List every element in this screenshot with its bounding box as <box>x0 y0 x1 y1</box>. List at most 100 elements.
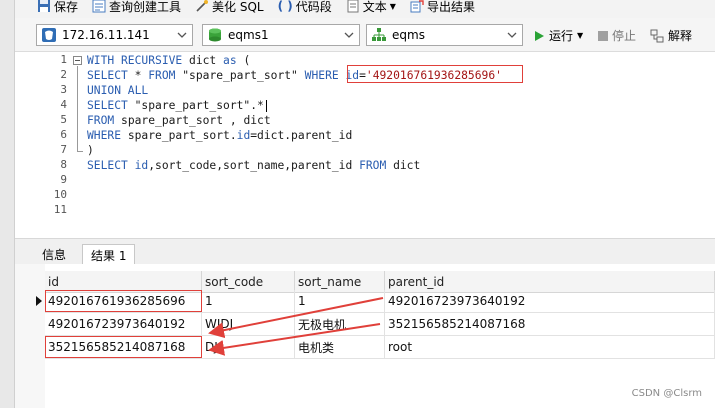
line-number: 8 <box>60 158 67 171</box>
result-grid[interactable]: id sort_code sort_name parent_id 4920167… <box>15 264 715 408</box>
chevron-down-icon: ▼ <box>389 1 396 11</box>
line-number: 3 <box>60 83 67 96</box>
code-token: spare_part_sort. <box>127 129 237 142</box>
code-token: FROM <box>359 159 394 172</box>
line-number: 10 <box>53 188 67 201</box>
database-icon <box>209 28 221 42</box>
text-mode-button[interactable]: 文本 ▼ <box>346 0 396 15</box>
line-number: 4 <box>60 98 67 111</box>
code-token: ,sort_code,sort_name,parent_id <box>148 159 360 172</box>
table-cell[interactable]: 352156585214087168 <box>385 313 715 336</box>
tab-result-1-label: 结果 1 <box>91 248 127 263</box>
line-number: 5 <box>60 113 67 126</box>
annotation-highlight-box <box>347 65 523 83</box>
table-cell[interactable]: DJ <box>202 336 295 359</box>
connection-select[interactable]: 172.16.11.141 <box>36 24 193 46</box>
fold-toggle-icon[interactable] <box>73 56 82 65</box>
database-name: eqms1 <box>228 28 269 42</box>
code-token: WHERE <box>87 129 128 142</box>
table-cell[interactable]: 电机类 <box>295 336 385 359</box>
chevron-down-icon <box>344 32 354 38</box>
code-line: FROM spare_part_sort , dict <box>87 113 271 128</box>
sql-editor[interactable]: 1 2 3 4 5 6 7 8 9 10 11 WITH RECURSIVE dict as (SE… <box>15 52 715 238</box>
table-cell[interactable]: WJDJ <box>202 313 295 336</box>
code-line: WITH RECURSIVE dict as ( <box>87 53 250 68</box>
magic-wand-icon <box>196 0 209 12</box>
code-token: WITH RECURSIVE <box>87 54 190 67</box>
play-icon <box>535 30 544 41</box>
code-token: dict <box>189 54 224 67</box>
line-number: 7 <box>60 143 67 156</box>
query-builder-label: 查询创建工具 <box>109 0 182 14</box>
explain-button[interactable]: 解释 <box>650 27 692 44</box>
code-token: "spare_part_sort" <box>182 69 305 82</box>
code-token: ) <box>87 144 94 157</box>
main-toolbar: 保存 查询创建工具 美化 SQL ( ) 代码段 文本 ▼ 导出结果 <box>15 0 715 18</box>
line-number: 11 <box>53 203 67 216</box>
save-label: 保存 <box>54 0 79 14</box>
result-tabstrip: 信息 结果 1 <box>15 238 715 265</box>
chevron-down-icon <box>177 32 187 38</box>
table-cell[interactable]: 无极电机 <box>295 313 385 336</box>
fold-guide <box>77 66 78 151</box>
code-token: spare_part_sort , dict <box>121 114 271 127</box>
fold-guide-end <box>77 151 83 152</box>
export-results-button[interactable]: 导出结果 <box>410 0 475 15</box>
current-row-indicator-icon <box>36 296 42 306</box>
schema-name: eqms <box>392 28 425 42</box>
column-header-label: parent_id <box>388 274 445 289</box>
table-cell[interactable]: 492016723973640192 <box>385 290 715 313</box>
code-token: UNION ALL <box>87 84 149 97</box>
text-caret <box>265 100 267 112</box>
code-token: =dict.parent_id <box>250 129 353 142</box>
chevron-down-icon <box>507 32 517 38</box>
column-header-label: sort_name <box>298 274 362 289</box>
code-snippet-button[interactable]: ( ) 代码段 <box>278 0 332 15</box>
code-token: id <box>236 129 251 142</box>
tab-info-label: 信息 <box>42 248 67 262</box>
run-button[interactable]: 运行 ▼ <box>533 27 583 44</box>
code-token: FROM <box>148 69 183 82</box>
left-window-edge <box>0 0 15 408</box>
code-line: WHERE spare_part_sort.id=dict.parent_id <box>87 128 352 143</box>
schema-select[interactable]: eqms <box>366 24 523 46</box>
query-builder-icon <box>92 0 106 13</box>
connection-toolbar: 172.16.11.141 eqms1 eqms 运行 ▼ 停止 解释 <box>15 18 715 52</box>
code-snippet-label: 代码段 <box>295 0 332 14</box>
code-token: dict <box>393 159 421 172</box>
code-token: WHERE <box>304 69 346 82</box>
code-token: id <box>134 159 149 172</box>
stop-icon <box>598 30 608 41</box>
line-number: 2 <box>60 68 67 81</box>
line-number: 6 <box>60 128 67 141</box>
run-label: 运行 <box>549 29 574 43</box>
code-token: SELECT <box>87 99 135 112</box>
watermark: CSDN @Clsrm <box>631 388 702 399</box>
explain-icon <box>650 29 664 42</box>
tab-result-1[interactable]: 结果 1 <box>82 244 136 265</box>
code-token: SELECT <box>87 69 135 82</box>
table-cell[interactable]: 1 <box>295 290 385 313</box>
table-cell[interactable]: 1 <box>202 290 295 313</box>
table-cell[interactable]: root <box>385 336 715 359</box>
stop-button[interactable]: 停止 <box>598 27 636 44</box>
tab-info[interactable]: 信息 <box>34 244 74 265</box>
query-builder-button[interactable]: 查询创建工具 <box>92 0 181 15</box>
explain-label: 解释 <box>668 29 693 43</box>
code-line: SELECT "spare_part_sort".* <box>87 98 267 113</box>
chevron-down-icon: ▼ <box>577 31 584 40</box>
table-cell[interactable]: 492016723973640192 <box>45 313 202 336</box>
database-select[interactable]: eqms1 <box>202 24 360 46</box>
line-number: 1 <box>60 53 67 66</box>
code-token: FROM <box>87 114 122 127</box>
text-doc-icon <box>347 0 359 13</box>
save-icon <box>38 0 50 12</box>
annotation-highlight-box <box>45 290 202 312</box>
beautify-sql-button[interactable]: 美化 SQL <box>195 0 264 15</box>
save-button[interactable]: 保存 <box>37 0 78 15</box>
column-header-label: id <box>48 274 59 289</box>
row-header-column <box>15 264 45 408</box>
code-line: ) <box>87 143 94 158</box>
code-token: "spare_part_sort".* <box>134 99 264 112</box>
export-results-label: 导出结果 <box>426 0 475 14</box>
